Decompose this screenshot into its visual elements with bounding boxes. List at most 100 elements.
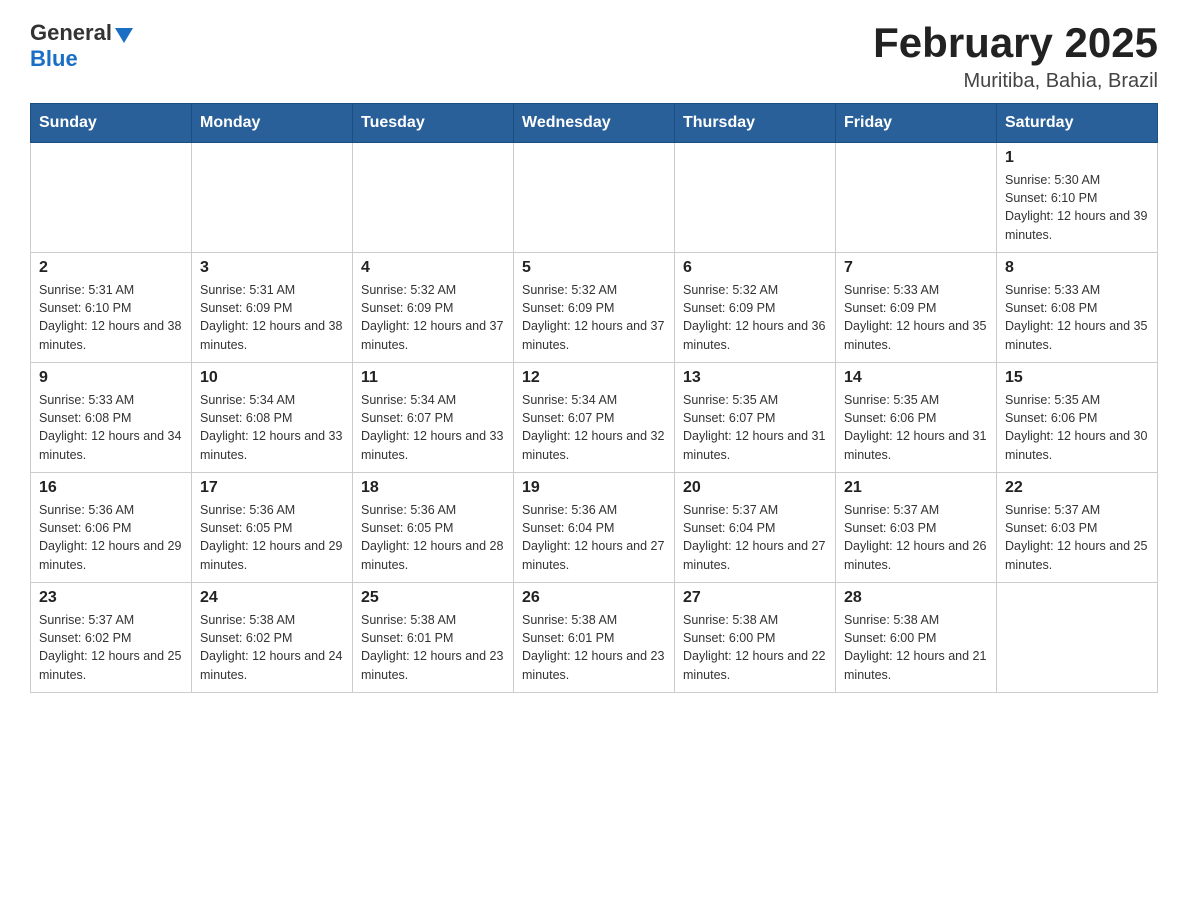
week-row-2: 2Sunrise: 5:31 AM Sunset: 6:10 PM Daylig… bbox=[31, 253, 1158, 363]
title-section: February 2025 Muritiba, Bahia, Brazil bbox=[873, 20, 1158, 93]
calendar-cell bbox=[997, 583, 1158, 693]
calendar-cell: 25 Sunrise: 5:38 AM Sunset: 6:01 PM Dayli… bbox=[353, 583, 514, 693]
day-number: 5 bbox=[522, 259, 666, 277]
calendar-cell: 18 Sunrise: 5:36 AM Sunset: 6:05 PM Dayli… bbox=[353, 473, 514, 583]
calendar-cell: 5 Sunrise: 5:32 AM Sunset: 6:09 PM Daylig… bbox=[514, 253, 675, 363]
column-header-wednesday: Wednesday bbox=[514, 104, 675, 143]
column-header-saturday: Saturday bbox=[997, 104, 1158, 143]
day-info: Sunrise: 5:38 AM Sunset: 6:00 PM Dayligh… bbox=[844, 611, 988, 684]
day-number: 21 bbox=[844, 479, 988, 497]
calendar-cell: 7 Sunrise: 5:33 AM Sunset: 6:09 PM Daylig… bbox=[836, 253, 997, 363]
calendar-cell: 8 Sunrise: 5:33 AM Sunset: 6:08 PM Daylig… bbox=[997, 253, 1158, 363]
week-row-1: 1 Sunrise: 5:30 AM Sunset: 6:10 PM Daylig… bbox=[31, 143, 1158, 253]
month-title: February 2025 bbox=[873, 20, 1158, 66]
day-number: 8 bbox=[1005, 259, 1149, 277]
calendar-header-row: SundayMondayTuesdayWednesdayThursdayFrid… bbox=[31, 104, 1158, 143]
calendar-cell: 28 Sunrise: 5:38 AM Sunset: 6:00 PM Dayli… bbox=[836, 583, 997, 693]
day-info: Sunrise: 5:30 AM Sunset: 6:10 PM Dayligh… bbox=[1005, 171, 1149, 244]
calendar-cell: 27 Sunrise: 5:38 AM Sunset: 6:00 PM Dayli… bbox=[675, 583, 836, 693]
calendar-cell: 23 Sunrise: 5:37 AM Sunset: 6:02 PM Dayli… bbox=[31, 583, 192, 693]
day-number: 6 bbox=[683, 259, 827, 277]
calendar-cell bbox=[192, 143, 353, 253]
day-info: Sunrise: 5:31 AM Sunset: 6:09 PM Dayligh… bbox=[200, 281, 344, 354]
day-number: 1 bbox=[1005, 149, 1149, 167]
day-info: Sunrise: 5:36 AM Sunset: 6:06 PM Dayligh… bbox=[39, 501, 183, 574]
calendar-cell: 4 Sunrise: 5:32 AM Sunset: 6:09 PM Daylig… bbox=[353, 253, 514, 363]
calendar-cell bbox=[353, 143, 514, 253]
page-header: General Blue February 2025 Muritiba, Bah… bbox=[30, 20, 1158, 93]
logo: General Blue bbox=[30, 20, 133, 72]
calendar-cell: 19 Sunrise: 5:36 AM Sunset: 6:04 PM Dayli… bbox=[514, 473, 675, 583]
calendar-cell: 16 Sunrise: 5:36 AM Sunset: 6:06 PM Dayli… bbox=[31, 473, 192, 583]
day-number: 27 bbox=[683, 589, 827, 607]
column-header-friday: Friday bbox=[836, 104, 997, 143]
day-number: 18 bbox=[361, 479, 505, 497]
day-info: Sunrise: 5:35 AM Sunset: 6:06 PM Dayligh… bbox=[844, 391, 988, 464]
calendar-cell: 3 Sunrise: 5:31 AM Sunset: 6:09 PM Daylig… bbox=[192, 253, 353, 363]
day-number: 15 bbox=[1005, 369, 1149, 387]
day-number: 25 bbox=[361, 589, 505, 607]
calendar-cell bbox=[31, 143, 192, 253]
day-number: 2 bbox=[39, 259, 183, 277]
day-number: 12 bbox=[522, 369, 666, 387]
calendar-cell: 6 Sunrise: 5:32 AM Sunset: 6:09 PM Daylig… bbox=[675, 253, 836, 363]
day-number: 23 bbox=[39, 589, 183, 607]
calendar-cell bbox=[675, 143, 836, 253]
day-number: 26 bbox=[522, 589, 666, 607]
day-number: 11 bbox=[361, 369, 505, 387]
day-info: Sunrise: 5:38 AM Sunset: 6:01 PM Dayligh… bbox=[522, 611, 666, 684]
calendar-cell: 2Sunrise: 5:31 AM Sunset: 6:10 PM Daylig… bbox=[31, 253, 192, 363]
week-row-3: 9 Sunrise: 5:33 AM Sunset: 6:08 PM Daylig… bbox=[31, 363, 1158, 473]
day-number: 16 bbox=[39, 479, 183, 497]
calendar-table: SundayMondayTuesdayWednesdayThursdayFrid… bbox=[30, 103, 1158, 693]
day-number: 3 bbox=[200, 259, 344, 277]
day-number: 7 bbox=[844, 259, 988, 277]
day-number: 4 bbox=[361, 259, 505, 277]
day-info: Sunrise: 5:38 AM Sunset: 6:02 PM Dayligh… bbox=[200, 611, 344, 684]
calendar-cell: 26 Sunrise: 5:38 AM Sunset: 6:01 PM Dayli… bbox=[514, 583, 675, 693]
calendar-cell: 14Sunrise: 5:35 AM Sunset: 6:06 PM Dayli… bbox=[836, 363, 997, 473]
day-info: Sunrise: 5:37 AM Sunset: 6:03 PM Dayligh… bbox=[844, 501, 988, 574]
day-number: 22 bbox=[1005, 479, 1149, 497]
calendar-cell: 11 Sunrise: 5:34 AM Sunset: 6:07 PM Dayli… bbox=[353, 363, 514, 473]
day-info: Sunrise: 5:37 AM Sunset: 6:02 PM Dayligh… bbox=[39, 611, 183, 684]
day-number: 20 bbox=[683, 479, 827, 497]
location-title: Muritiba, Bahia, Brazil bbox=[873, 70, 1158, 93]
day-info: Sunrise: 5:33 AM Sunset: 6:09 PM Dayligh… bbox=[844, 281, 988, 354]
week-row-5: 23 Sunrise: 5:37 AM Sunset: 6:02 PM Dayli… bbox=[31, 583, 1158, 693]
day-info: Sunrise: 5:35 AM Sunset: 6:07 PM Dayligh… bbox=[683, 391, 827, 464]
day-info: Sunrise: 5:35 AM Sunset: 6:06 PM Dayligh… bbox=[1005, 391, 1149, 464]
day-number: 9 bbox=[39, 369, 183, 387]
day-number: 28 bbox=[844, 589, 988, 607]
calendar-cell: 12 Sunrise: 5:34 AM Sunset: 6:07 PM Dayli… bbox=[514, 363, 675, 473]
day-info: Sunrise: 5:36 AM Sunset: 6:05 PM Dayligh… bbox=[361, 501, 505, 574]
day-info: Sunrise: 5:33 AM Sunset: 6:08 PM Dayligh… bbox=[39, 391, 183, 464]
calendar-cell: 24 Sunrise: 5:38 AM Sunset: 6:02 PM Dayli… bbox=[192, 583, 353, 693]
calendar-cell: 20 Sunrise: 5:37 AM Sunset: 6:04 PM Dayli… bbox=[675, 473, 836, 583]
day-info: Sunrise: 5:37 AM Sunset: 6:04 PM Dayligh… bbox=[683, 501, 827, 574]
day-info: Sunrise: 5:32 AM Sunset: 6:09 PM Dayligh… bbox=[522, 281, 666, 354]
calendar-cell: 10Sunrise: 5:34 AM Sunset: 6:08 PM Dayli… bbox=[192, 363, 353, 473]
column-header-monday: Monday bbox=[192, 104, 353, 143]
day-info: Sunrise: 5:34 AM Sunset: 6:07 PM Dayligh… bbox=[361, 391, 505, 464]
day-info: Sunrise: 5:36 AM Sunset: 6:05 PM Dayligh… bbox=[200, 501, 344, 574]
calendar-cell: 1 Sunrise: 5:30 AM Sunset: 6:10 PM Daylig… bbox=[997, 143, 1158, 253]
calendar-cell bbox=[836, 143, 997, 253]
day-info: Sunrise: 5:36 AM Sunset: 6:04 PM Dayligh… bbox=[522, 501, 666, 574]
day-info: Sunrise: 5:34 AM Sunset: 6:07 PM Dayligh… bbox=[522, 391, 666, 464]
column-header-sunday: Sunday bbox=[31, 104, 192, 143]
column-header-tuesday: Tuesday bbox=[353, 104, 514, 143]
day-info: Sunrise: 5:32 AM Sunset: 6:09 PM Dayligh… bbox=[361, 281, 505, 354]
day-info: Sunrise: 5:38 AM Sunset: 6:00 PM Dayligh… bbox=[683, 611, 827, 684]
day-number: 24 bbox=[200, 589, 344, 607]
calendar-cell: 9 Sunrise: 5:33 AM Sunset: 6:08 PM Daylig… bbox=[31, 363, 192, 473]
column-header-thursday: Thursday bbox=[675, 104, 836, 143]
day-info: Sunrise: 5:37 AM Sunset: 6:03 PM Dayligh… bbox=[1005, 501, 1149, 574]
day-info: Sunrise: 5:33 AM Sunset: 6:08 PM Dayligh… bbox=[1005, 281, 1149, 354]
day-number: 13 bbox=[683, 369, 827, 387]
calendar-cell: 22 Sunrise: 5:37 AM Sunset: 6:03 PM Dayli… bbox=[997, 473, 1158, 583]
day-info: Sunrise: 5:32 AM Sunset: 6:09 PM Dayligh… bbox=[683, 281, 827, 354]
day-info: Sunrise: 5:38 AM Sunset: 6:01 PM Dayligh… bbox=[361, 611, 505, 684]
day-number: 17 bbox=[200, 479, 344, 497]
day-number: 19 bbox=[522, 479, 666, 497]
